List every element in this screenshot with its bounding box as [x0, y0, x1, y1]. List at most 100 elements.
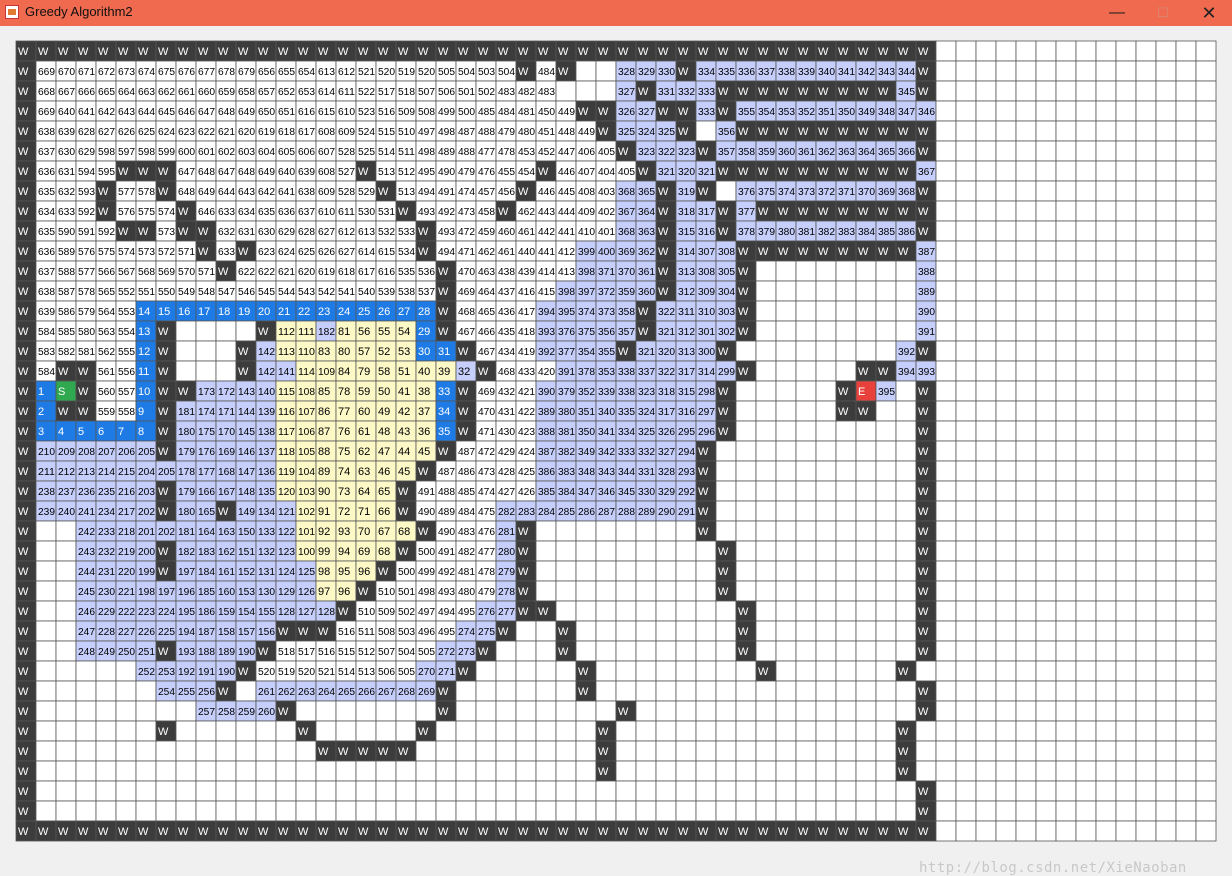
empty-cell[interactable]	[655, 700, 677, 722]
empty-cell[interactable]	[455, 720, 477, 742]
empty-cell[interactable]	[595, 700, 617, 722]
empty-cell[interactable]	[215, 760, 237, 782]
empty-cell[interactable]	[355, 760, 377, 782]
empty-cell[interactable]	[575, 540, 597, 562]
empty-cell[interactable]	[1095, 720, 1117, 742]
empty-cell[interactable]	[775, 760, 797, 782]
empty-cell[interactable]	[1055, 500, 1077, 522]
empty-cell[interactable]	[815, 460, 837, 482]
empty-cell[interactable]	[795, 780, 817, 802]
empty-cell[interactable]	[555, 740, 577, 762]
empty-cell[interactable]	[1095, 140, 1117, 162]
empty-cell[interactable]	[875, 640, 897, 662]
empty-cell[interactable]	[1035, 700, 1057, 722]
empty-cell[interactable]	[455, 680, 477, 702]
empty-cell[interactable]	[795, 560, 817, 582]
empty-cell[interactable]	[1115, 120, 1137, 142]
empty-cell[interactable]	[1175, 560, 1197, 582]
empty-cell[interactable]	[1075, 500, 1097, 522]
empty-cell[interactable]	[1095, 180, 1117, 202]
empty-cell[interactable]	[855, 780, 877, 802]
empty-cell[interactable]	[975, 380, 997, 402]
empty-cell[interactable]	[995, 820, 1017, 842]
empty-cell[interactable]	[995, 60, 1017, 82]
empty-cell[interactable]	[995, 500, 1017, 522]
empty-cell[interactable]	[815, 580, 837, 602]
empty-cell[interactable]	[775, 680, 797, 702]
empty-cell[interactable]	[995, 220, 1017, 242]
empty-cell[interactable]	[1015, 380, 1037, 402]
empty-cell[interactable]	[835, 520, 857, 542]
empty-cell[interactable]	[755, 720, 777, 742]
empty-cell[interactable]	[875, 680, 897, 702]
empty-cell[interactable]	[835, 480, 857, 502]
empty-cell[interactable]	[655, 640, 677, 662]
empty-cell[interactable]	[1135, 600, 1157, 622]
empty-cell[interactable]	[1055, 460, 1077, 482]
empty-cell[interactable]	[1055, 700, 1077, 722]
empty-cell[interactable]	[815, 560, 837, 582]
empty-cell[interactable]	[635, 800, 657, 822]
empty-cell[interactable]	[735, 580, 757, 602]
empty-cell[interactable]	[1015, 240, 1037, 262]
empty-cell[interactable]	[1055, 300, 1077, 322]
empty-cell[interactable]	[1075, 460, 1097, 482]
empty-cell[interactable]	[35, 740, 57, 762]
empty-cell[interactable]	[875, 760, 897, 782]
empty-cell[interactable]	[215, 340, 237, 362]
empty-cell[interactable]	[1035, 760, 1057, 782]
empty-cell[interactable]	[1055, 60, 1077, 82]
empty-cell[interactable]	[1175, 540, 1197, 562]
empty-cell[interactable]	[595, 680, 617, 702]
empty-cell[interactable]	[1195, 780, 1217, 802]
empty-cell[interactable]	[195, 740, 217, 762]
empty-cell[interactable]	[735, 740, 757, 762]
empty-cell[interactable]	[535, 660, 557, 682]
empty-cell[interactable]	[735, 400, 757, 422]
empty-cell[interactable]	[635, 660, 657, 682]
empty-cell[interactable]	[995, 260, 1017, 282]
empty-cell[interactable]	[1055, 760, 1077, 782]
empty-cell[interactable]	[235, 780, 257, 802]
empty-cell[interactable]	[155, 780, 177, 802]
empty-cell[interactable]	[1155, 460, 1177, 482]
empty-cell[interactable]	[1135, 60, 1157, 82]
empty-cell[interactable]	[1155, 700, 1177, 722]
empty-cell[interactable]	[695, 680, 717, 702]
empty-cell[interactable]	[1135, 780, 1157, 802]
empty-cell[interactable]	[1095, 580, 1117, 602]
empty-cell[interactable]	[95, 780, 117, 802]
empty-cell[interactable]	[955, 740, 977, 762]
empty-cell[interactable]	[1055, 720, 1077, 742]
empty-cell[interactable]	[815, 480, 837, 502]
empty-cell[interactable]	[795, 380, 817, 402]
empty-cell[interactable]	[1155, 60, 1177, 82]
empty-cell[interactable]	[1155, 320, 1177, 342]
empty-cell[interactable]	[655, 540, 677, 562]
empty-cell[interactable]	[995, 660, 1017, 682]
empty-cell[interactable]	[595, 560, 617, 582]
empty-cell[interactable]	[855, 340, 877, 362]
empty-cell[interactable]	[1155, 240, 1177, 262]
empty-cell[interactable]	[935, 740, 957, 762]
empty-cell[interactable]	[855, 720, 877, 742]
empty-cell[interactable]	[1035, 320, 1057, 342]
empty-cell[interactable]	[195, 720, 217, 742]
empty-cell[interactable]	[935, 560, 957, 582]
empty-cell[interactable]	[1135, 160, 1157, 182]
empty-cell[interactable]	[775, 260, 797, 282]
empty-cell[interactable]	[1195, 160, 1217, 182]
empty-cell[interactable]	[995, 380, 1017, 402]
empty-cell[interactable]	[1195, 320, 1217, 342]
empty-cell[interactable]	[955, 580, 977, 602]
empty-cell[interactable]	[1175, 260, 1197, 282]
empty-cell[interactable]	[1075, 220, 1097, 242]
empty-cell[interactable]	[815, 740, 837, 762]
empty-cell[interactable]	[975, 740, 997, 762]
empty-cell[interactable]	[835, 680, 857, 702]
empty-cell[interactable]	[1015, 280, 1037, 302]
empty-cell[interactable]	[275, 720, 297, 742]
empty-cell[interactable]	[555, 520, 577, 542]
empty-cell[interactable]	[915, 660, 937, 682]
empty-cell[interactable]	[615, 620, 637, 642]
